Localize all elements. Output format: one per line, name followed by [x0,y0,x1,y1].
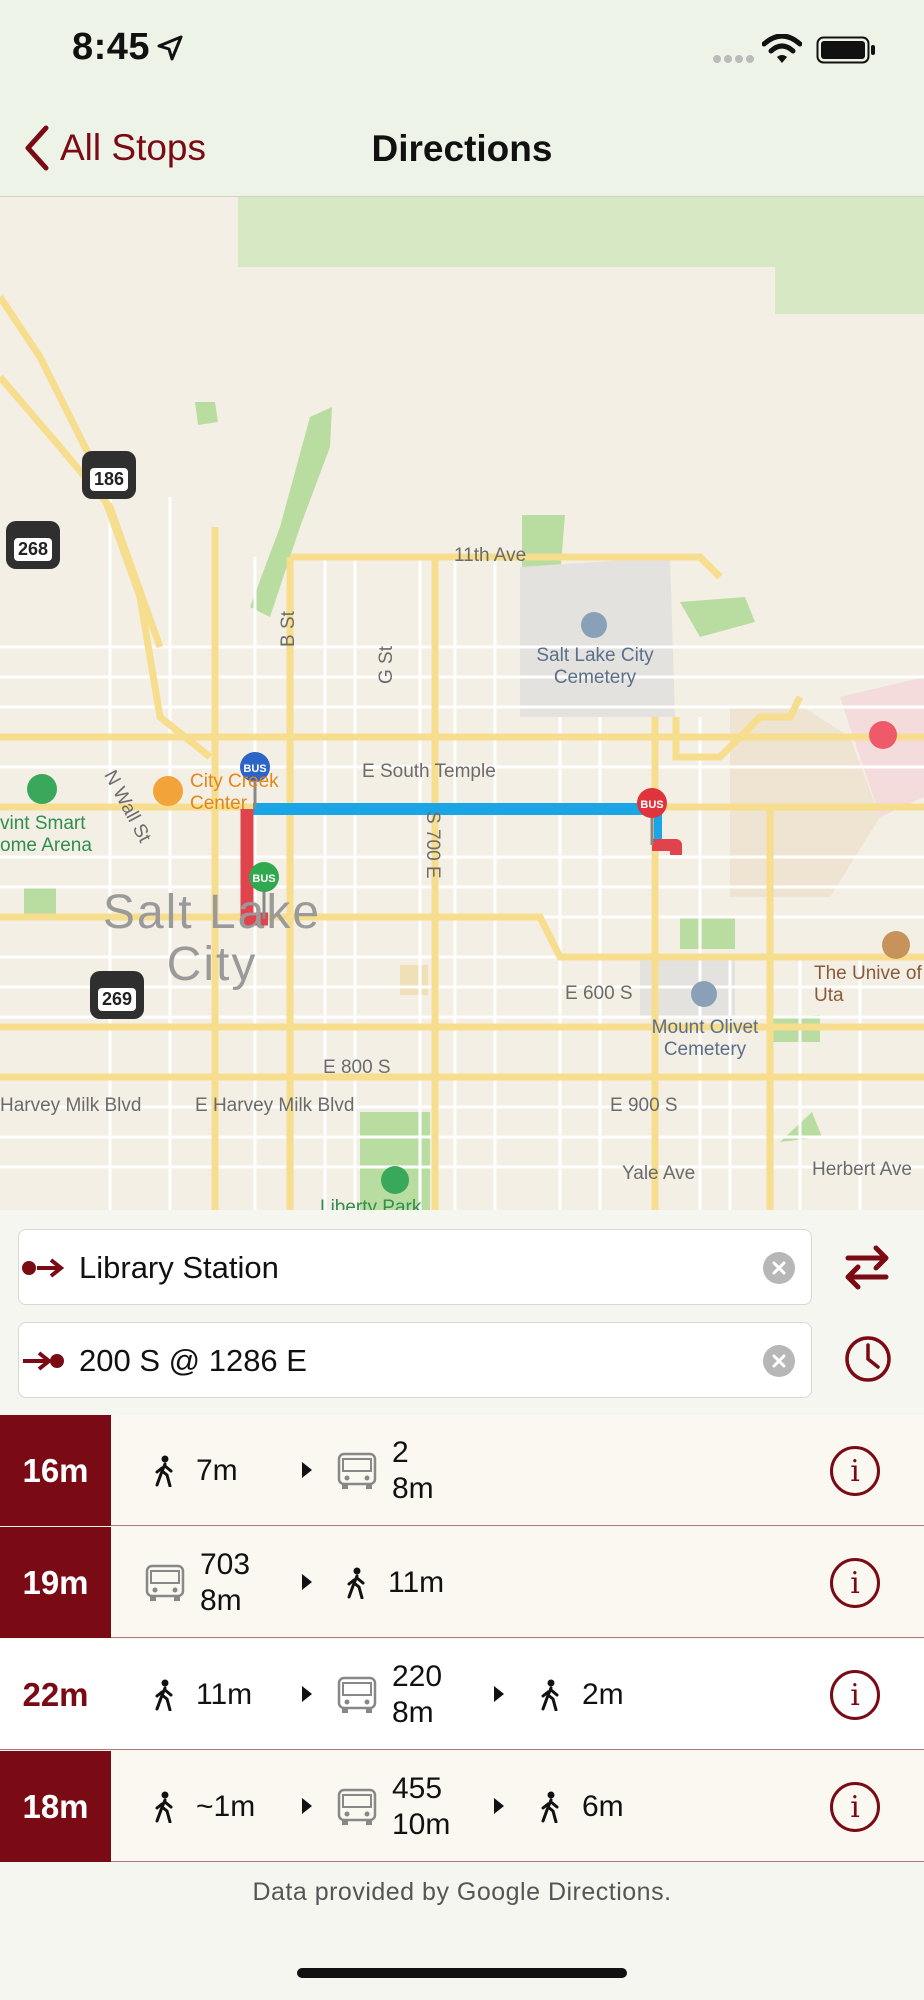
info-icon: i [850,1565,860,1601]
highway-shield-icon: 186 [82,451,136,499]
walk-icon [541,1791,559,1823]
bus-segment: 2 8m [336,1415,434,1526]
walk-segment: 11m [344,1527,444,1638]
destination-field[interactable]: 200 S @ 1286 E [18,1322,812,1398]
origin-marker-icon [22,1258,65,1278]
street-label: G St [376,645,397,684]
play-arrow-icon [302,1574,312,1590]
street-label: Yale Ave [622,1163,696,1184]
play-arrow-icon [302,1686,312,1702]
origin-text: Library Station [79,1250,279,1285]
walk-icon [541,1679,559,1711]
bus-pin-end: BUS [637,788,667,845]
route-option[interactable]: 16m 7m 2 8m i [0,1415,924,1526]
bus-segment: 703 8m [144,1527,250,1638]
origin-field[interactable]: Library Station [18,1229,812,1305]
destination-marker-icon [23,1351,64,1371]
data-attribution: Data provided by Google Directions. [252,1878,672,1906]
swap-icon[interactable] [842,1243,892,1291]
route-duration: 22m [22,1675,89,1713]
place-label: vint Smart ome Arena [0,813,92,856]
play-arrow-icon [494,1686,504,1702]
street-label: E Harvey Milk Blvd [195,1095,355,1116]
location-arrow-icon [157,35,183,61]
info-icon: i [850,1789,860,1825]
clear-icon [772,1354,786,1368]
place-label: Mount Olivet Cemetery [651,1017,759,1060]
walk-segment: ~1m [152,1751,255,1862]
walk-icon [155,1791,173,1823]
route-duration: 18m [0,1751,111,1862]
street-label: B St [278,611,299,647]
bus-segment: 220 8m [336,1639,442,1750]
street-label: S 700 E [422,811,443,879]
street-label: Harvey Milk Blvd [0,1095,142,1116]
play-arrow-icon [302,1462,312,1478]
walk-segment: 7m [152,1415,238,1526]
route-map[interactable]: BUS BUS BUS 11th Ave N Wall St B St G St… [0,197,924,1210]
battery-icon [816,36,875,64]
cellular-signal-icon [713,55,754,63]
place-label: Salt Lake City Cemetery [536,645,654,688]
place-label: City Creek Center [190,771,279,814]
street-label: E 800 S [323,1057,391,1078]
status-bar: 8:45 [0,0,924,100]
walk-segment: 11m [152,1639,252,1750]
street-label: E 900 S [610,1095,678,1116]
clock-icon[interactable] [843,1334,893,1384]
home-indicator[interactable] [297,1968,627,1978]
status-time: 8:45 [72,26,151,68]
bus-icon [145,1564,185,1601]
bus-icon [337,1788,377,1825]
walk-icon [347,1567,365,1599]
street-label: Herbert Ave [812,1159,912,1180]
play-arrow-icon [494,1798,504,1814]
place-label: Liberty Park [320,1197,422,1210]
walk-segment: 6m [538,1751,624,1862]
bus-icon [337,1452,377,1489]
route-option[interactable]: 19m 703 8m 11m i [0,1527,924,1638]
route-option[interactable]: 22m 11m 220 8m 2m i [0,1639,924,1750]
info-icon: i [850,1677,860,1713]
info-button[interactable]: i [830,1782,880,1832]
clear-icon [772,1261,786,1275]
clear-origin-button[interactable] [763,1252,795,1284]
walk-icon [155,1679,173,1711]
street-label: E South Temple [362,761,496,782]
walk-icon [155,1455,173,1487]
svg-text:BUS: BUS [252,873,275,885]
destination-text: 200 S @ 1286 E [79,1343,307,1378]
highway-shield-icon: 269 [90,971,144,1019]
svg-text:BUS: BUS [640,799,663,811]
street-label: 11th Ave [454,545,527,566]
info-button[interactable]: i [830,1670,880,1720]
place-label: The Unive of Uta [814,963,922,1006]
street-label: E 600 S [565,983,633,1004]
highway-shield-icon: 268 [6,521,60,569]
route-option[interactable]: 18m ~1m 455 10m 6m i [0,1751,924,1862]
play-arrow-icon [302,1798,312,1814]
bus-icon [337,1676,377,1713]
route-duration: 19m [0,1527,111,1638]
route-duration: 16m [0,1415,111,1526]
navigation-bar: All Stops Directions [0,100,924,197]
info-icon: i [850,1453,860,1489]
page-title: Directions [371,128,553,169]
walk-segment: 2m [538,1639,624,1750]
info-button[interactable]: i [830,1446,880,1496]
map-canvas: BUS BUS BUS [0,197,924,1210]
bus-segment: 455 10m [336,1751,450,1862]
clear-destination-button[interactable] [763,1345,795,1377]
info-button[interactable]: i [830,1558,880,1608]
wifi-icon [762,34,802,63]
